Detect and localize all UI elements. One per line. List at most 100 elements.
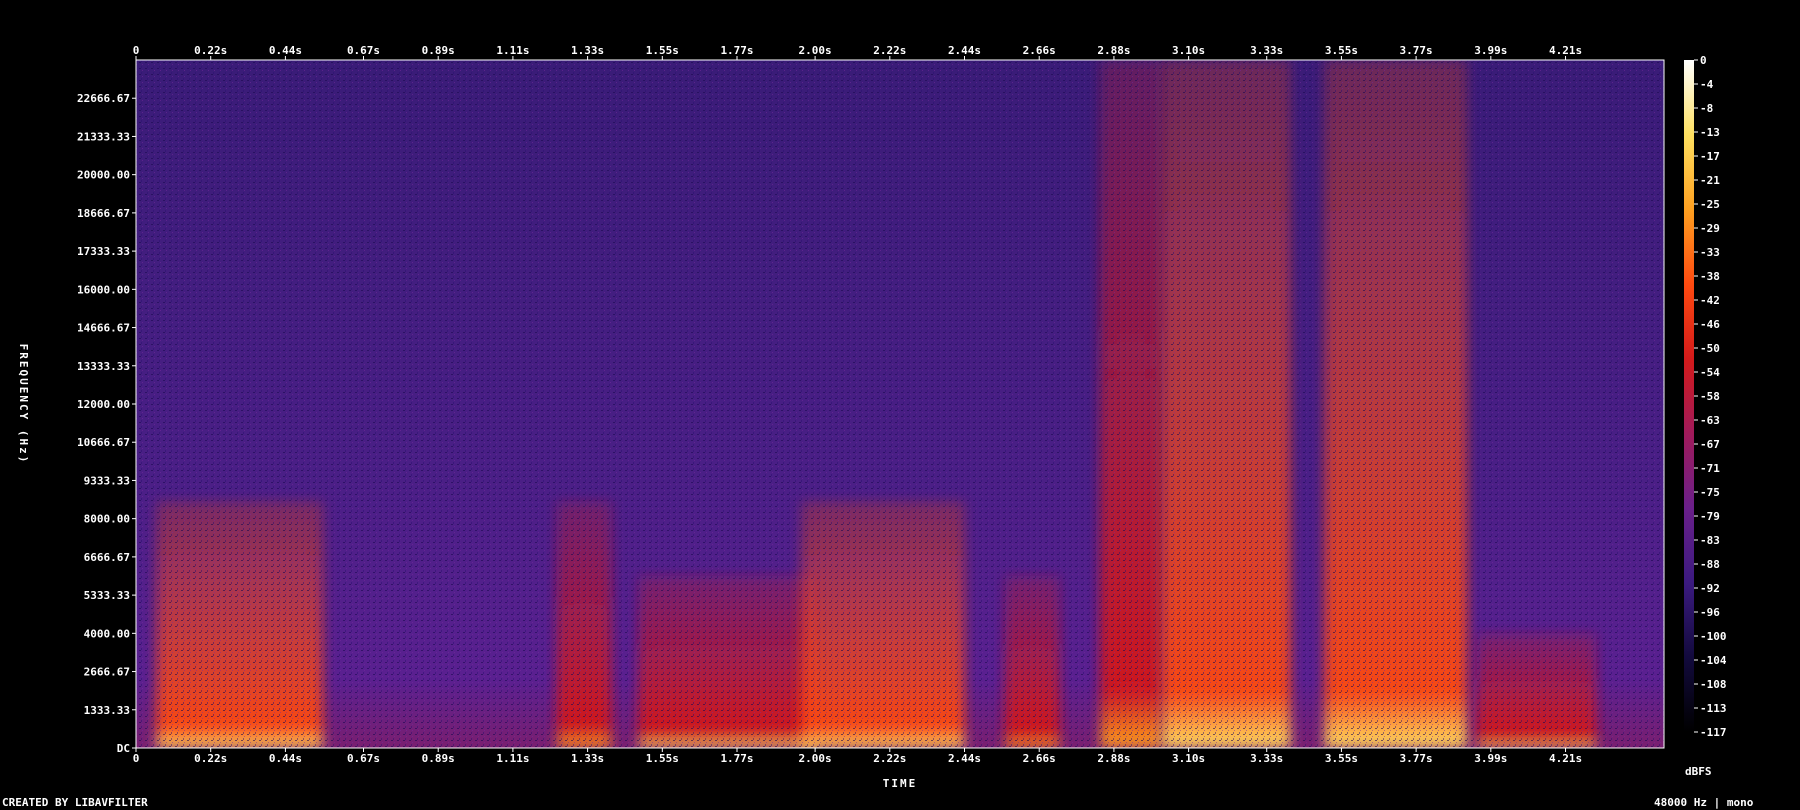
x-tick-label: 3.33s [1250,44,1283,57]
x-tick-label: 2.44s [948,752,981,765]
colorbar-tick-label: -108 [1700,678,1727,691]
x-tick-label: 0.89s [422,44,455,57]
colorbar-tick-label: -54 [1700,366,1720,379]
colorbar-tick-label: -104 [1700,654,1727,667]
x-axis-bottom: 0 0.22s 0.44s 0.67s 0.89s 1.11s 1.33s 1.55s 1.77… [133,748,1582,765]
x-tick-label: 2.66s [1023,752,1056,765]
y-tick-label: DC [117,742,130,755]
y-tick-label: 10666.67 [77,436,130,449]
colorbar-tick-label: -38 [1700,270,1720,283]
x-tick-label: 3.99s [1474,44,1507,57]
colorbar-tick-label: -63 [1700,414,1720,427]
colorbar-tick-label: -21 [1700,174,1720,187]
x-tick-label: 4.21s [1549,44,1582,57]
y-tick-label: 18666.67 [77,207,130,220]
x-tick-label: 3.55s [1325,44,1358,57]
x-tick-label: 3.55s [1325,752,1358,765]
colorbar-tick-label: -25 [1700,198,1720,211]
x-tick-label: 3.33s [1250,752,1283,765]
y-tick-label: 16000.00 [77,283,130,296]
x-tick-label: 3.10s [1172,752,1205,765]
colorbar-tick-label: -33 [1700,246,1720,259]
colorbar-scale [1684,60,1694,732]
colorbar-tick-label: -50 [1700,342,1720,355]
plot-area [135,59,1665,749]
x-tick-label: 0.44s [269,752,302,765]
x-tick-label: 0 [133,752,140,765]
colorbar-tick-label: -17 [1700,150,1720,163]
x-axis-top: 0 0.22s 0.44s 0.67s 0.89s 1.11s 1.33s 1.55s 1.77… [133,44,1582,60]
sample-rate-label: 48000 Hz | mono [1654,796,1754,809]
y-tick-label: 20000.00 [77,169,130,182]
y-axis-title: FREQUENCY (Hz) [17,344,30,465]
y-tick-label: 2666.67 [84,666,130,679]
y-tick-label: 14666.67 [77,322,130,335]
y-tick-label: 1333.33 [84,704,130,717]
y-axis: DC 1333.33 2666.67 4000.00 5333.33 6666.67 800… [77,92,136,755]
x-tick-label: 1.77s [720,44,753,57]
colorbar: 0 -4 -8 -13 -17 -21 -25 -29 -33 -38 -42 -46 -50 -54 -5… [1684,54,1727,739]
x-tick-label: 2.22s [873,44,906,57]
y-tick-label: 6666.67 [84,551,130,564]
y-tick-label: 4000.00 [84,627,130,640]
x-tick-label: 2.88s [1097,752,1130,765]
x-tick-label: 3.10s [1172,44,1205,57]
colorbar-tick-label: -8 [1700,102,1713,115]
colorbar-tick-label: -4 [1700,78,1714,91]
y-tick-label: 12000.00 [77,398,130,411]
y-tick-label: 17333.33 [77,245,130,258]
colorbar-tick-label: -13 [1700,126,1720,139]
x-tick-label: 1.11s [496,752,529,765]
colorbar-label: dBFS [1685,765,1712,778]
x-tick-label: 0.22s [194,752,227,765]
x-tick-label: 3.77s [1400,752,1433,765]
noise-texture [136,60,1664,748]
x-tick-label: 3.77s [1400,44,1433,57]
x-axis-title: TIME [883,777,918,790]
x-tick-label: 0.44s [269,44,302,57]
x-tick-label: 3.99s [1474,752,1507,765]
colorbar-tick-label: -92 [1700,582,1720,595]
x-tick-label: 0.67s [347,44,380,57]
colorbar-tick-label: -58 [1700,390,1720,403]
x-tick-label: 2.88s [1097,44,1130,57]
y-tick-label: 9333.33 [84,474,130,487]
x-tick-label: 1.55s [646,752,679,765]
x-tick-label: 0.89s [422,752,455,765]
colorbar-tick-label: -79 [1700,510,1720,523]
colorbar-tick-label: -83 [1700,534,1720,547]
y-tick-label: 5333.33 [84,589,130,602]
x-tick-label: 2.22s [873,752,906,765]
y-tick-label: 22666.67 [77,92,130,105]
y-tick-label: 13333.33 [77,360,130,373]
x-tick-label: 1.33s [571,752,604,765]
colorbar-tick-label: -71 [1700,462,1720,475]
colorbar-tick-label: 0 [1700,54,1707,67]
colorbar-tick-label: -46 [1700,318,1720,331]
colorbar-tick-label: -100 [1700,630,1727,643]
colorbar-tick-label: -113 [1700,702,1727,715]
x-tick-label: 2.66s [1023,44,1056,57]
x-tick-label: 1.11s [496,44,529,57]
x-tick-label: 2.00s [799,752,832,765]
colorbar-tick-label: -96 [1700,606,1720,619]
x-tick-label: 2.00s [799,44,832,57]
x-tick-label: 1.55s [646,44,679,57]
x-tick-label: 4.21s [1549,752,1582,765]
colorbar-ticks: 0 -4 -8 -13 -17 -21 -25 -29 -33 -38 -42 -46 -50 -54 -5… [1694,54,1727,739]
x-tick-label: 0.22s [194,44,227,57]
x-tick-label: 1.33s [571,44,604,57]
y-tick-label: 21333.33 [77,130,130,143]
colorbar-tick-label: -117 [1700,726,1727,739]
x-tick-label: 0 [133,44,140,57]
x-tick-label: 1.77s [720,752,753,765]
y-tick-label: 8000.00 [84,513,130,526]
x-tick-label: 0.67s [347,752,380,765]
colorbar-tick-label: -42 [1700,294,1720,307]
colorbar-tick-label: -29 [1700,222,1720,235]
spectrogram-chart: 0 0.22s 0.44s 0.67s 0.89s 1.11s 1.33s 1.55s 1.77… [17,44,1727,790]
colorbar-tick-label: -88 [1700,558,1720,571]
x-tick-label: 2.44s [948,44,981,57]
colorbar-tick-label: -75 [1700,486,1720,499]
colorbar-tick-label: -67 [1700,438,1720,451]
